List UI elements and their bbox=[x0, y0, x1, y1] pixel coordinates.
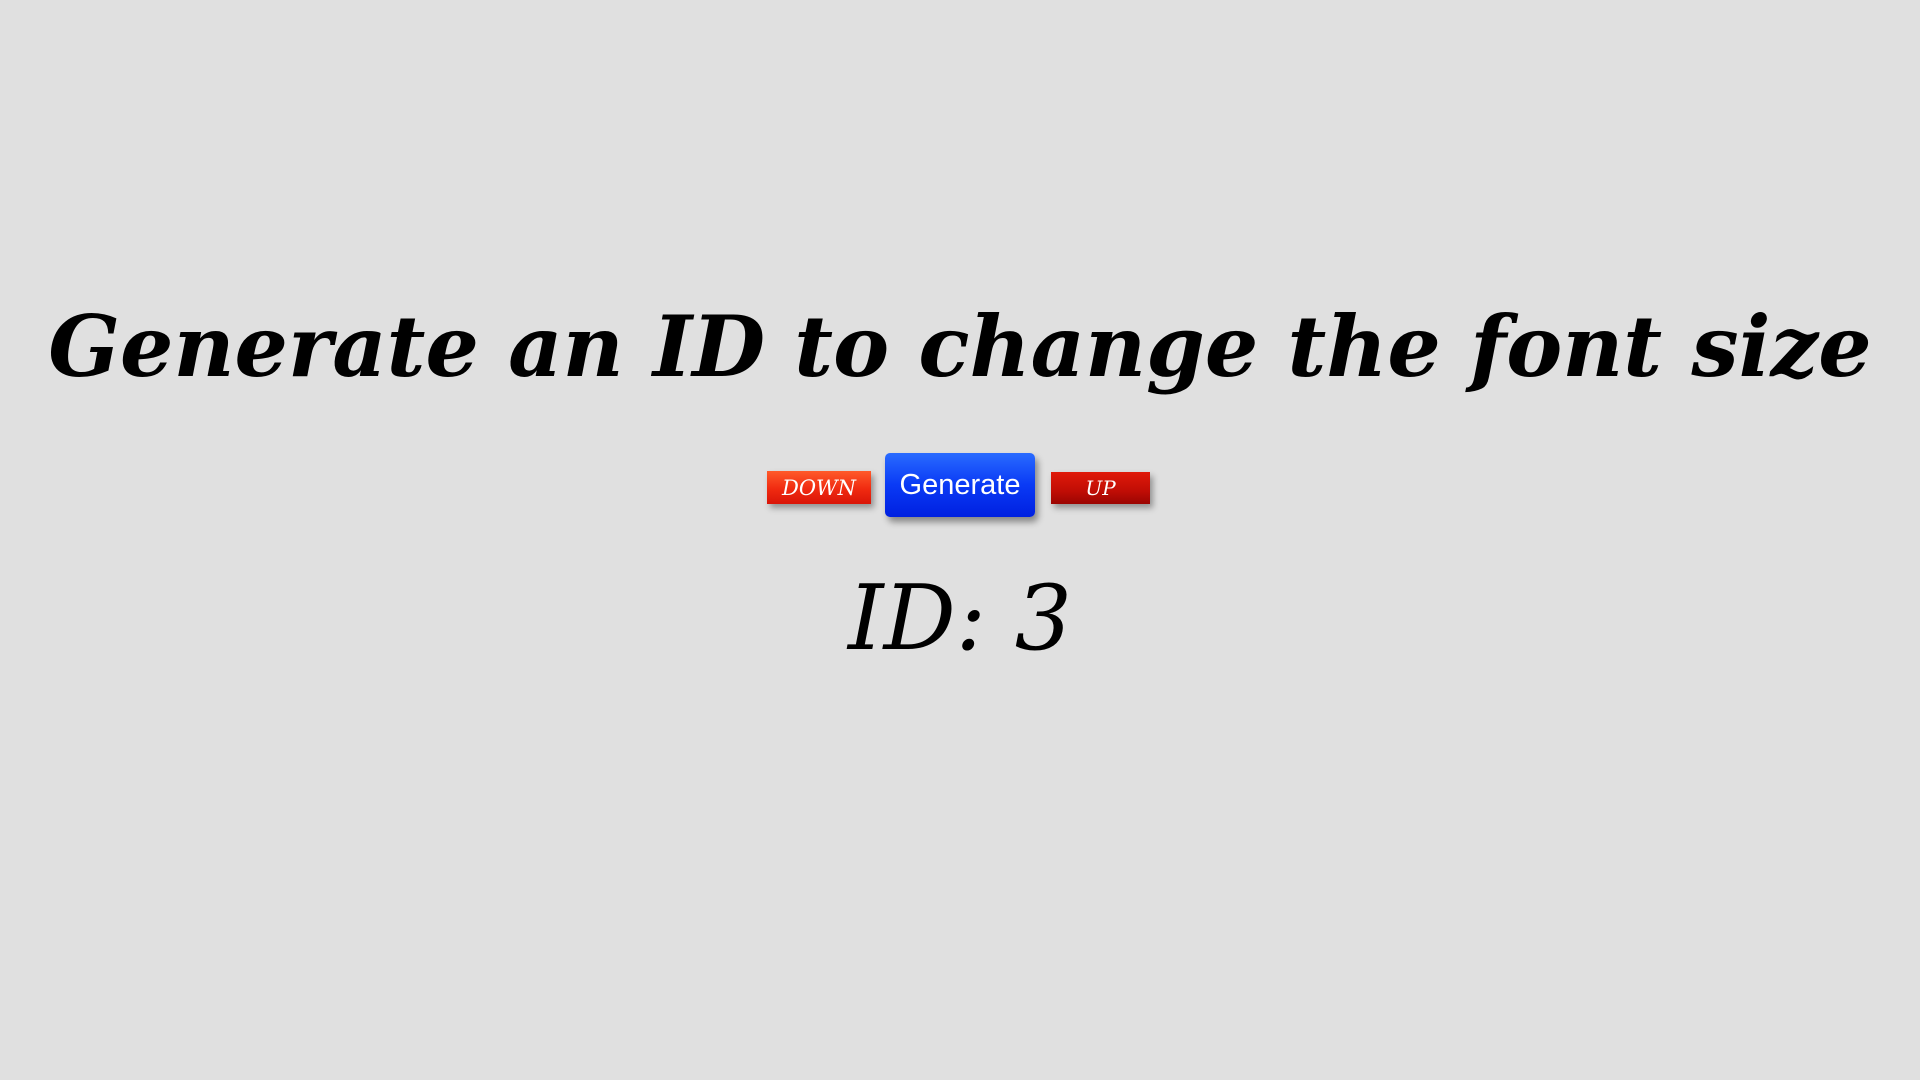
page-title: Generate an ID to change the font size bbox=[48, 297, 1872, 396]
id-display: ID: 3 bbox=[0, 564, 1920, 674]
down-button[interactable]: DOWN bbox=[767, 471, 871, 504]
up-button[interactable]: UP bbox=[1051, 472, 1150, 504]
id-value: 3 bbox=[1014, 566, 1072, 671]
page: Generate an ID to change the font size D… bbox=[0, 0, 1920, 1080]
font-size-controls: DOWN Generate UP bbox=[0, 452, 1920, 518]
generate-button[interactable]: Generate bbox=[885, 453, 1035, 517]
id-label: ID: bbox=[848, 566, 987, 671]
